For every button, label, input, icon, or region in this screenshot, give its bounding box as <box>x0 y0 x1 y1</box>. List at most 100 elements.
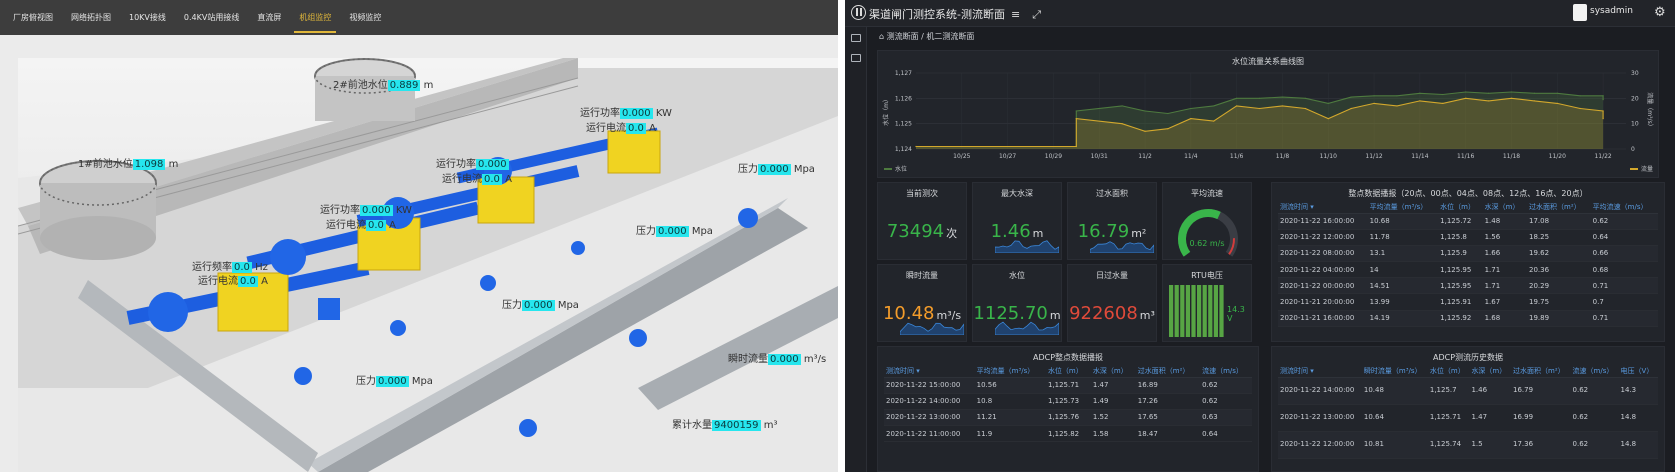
pump-station-scene <box>17 58 838 472</box>
series-point <box>1213 105 1215 107</box>
table2-header-0[interactable]: 测流时间 ▾ <box>884 365 975 378</box>
series-point <box>1487 100 1490 102</box>
table-cell: 1.48 <box>1482 213 1528 230</box>
table-cell: 18.25 <box>1527 229 1591 246</box>
card-7-title: RTU电压 <box>1191 271 1223 280</box>
table-cell: 13.1 <box>1367 245 1439 263</box>
expand-icon[interactable]: ⤢ <box>1032 8 1041 21</box>
series-point <box>1579 107 1581 110</box>
x-tick-label: 10/25 <box>953 153 970 160</box>
table-row: 2020-11-22 12:00:00 10.81 1,125.74 1.5 17.36… <box>1278 431 1658 459</box>
unit4-power-label: 运行功率 0.000 KW <box>580 104 672 119</box>
left-tab-1[interactable]: 网络拓扑图 <box>62 0 120 35</box>
pressure-2-value: 0.000 <box>656 226 689 237</box>
card-2-sparkline <box>1090 241 1154 253</box>
series-point <box>1556 102 1558 104</box>
pressure-2-prefix: 压力 <box>636 226 656 237</box>
unit1-current-label: 运行电流 0.0 A <box>198 272 268 287</box>
left-tab-2[interactable]: 10KV接线 <box>120 0 175 35</box>
unit3-current-value: 0.0 <box>482 174 502 185</box>
hamburger-icon[interactable]: ≡ <box>1011 8 1020 21</box>
unit2-current-value: 0.0 <box>366 220 386 231</box>
breadcrumb-home[interactable]: 测流断面 <box>887 32 919 41</box>
table3-header-2: 水位（m） <box>1427 365 1470 378</box>
series-point <box>1258 107 1261 110</box>
table3-header-0[interactable]: 测流时间 ▾ <box>1278 365 1362 378</box>
table-cell: 16.89 <box>1135 377 1201 394</box>
x-tick-label: 11/14 <box>1411 153 1428 160</box>
table-cell: 1.68 <box>1482 310 1528 327</box>
table-row: 2020-11-22 11:00:00 11.9 1,125.82 1.58 18.47… <box>884 425 1252 443</box>
table-cell: 1.67 <box>1482 293 1528 311</box>
gear-icon[interactable]: ⚙ <box>1654 5 1666 20</box>
table-cell: 2020-11-21 20:00:00 <box>1278 293 1368 311</box>
table-cell: 1,125.91 <box>1438 293 1483 311</box>
table-cell: 11.21 <box>974 409 1046 427</box>
table-cell: 1.46 <box>1469 377 1511 405</box>
user-name[interactable]: sysadmin <box>1590 6 1633 16</box>
pressure-1-prefix: 压力 <box>738 164 758 175</box>
voltage-bar <box>1208 285 1213 337</box>
series-point <box>1487 92 1490 94</box>
left-tab-5[interactable]: 机组监控 <box>290 0 340 35</box>
card-1-sparkline <box>995 240 1059 253</box>
x-tick-label: 11/8 <box>1276 153 1290 160</box>
unit1-current-prefix: 运行电流 <box>198 276 238 287</box>
card-7-unit: V <box>1227 314 1233 323</box>
series-point <box>1602 99 1604 101</box>
unit2-power-prefix: 运行功率 <box>320 205 360 216</box>
monitor-icon-2[interactable] <box>851 54 861 62</box>
series-point <box>1465 91 1467 93</box>
avatar[interactable] <box>1573 4 1587 21</box>
left-tab-4[interactable]: 直流屏 <box>248 0 290 35</box>
card-7-value-row: 14.3 V <box>1227 305 1251 323</box>
table-row: 2020-11-22 14:00:00 10.8 1,125.73 1.49 17.26… <box>884 393 1252 410</box>
side-nav <box>845 27 867 472</box>
voltage-bar <box>1197 285 1202 337</box>
table1-header-0[interactable]: 测流时间 ▾ <box>1278 201 1368 214</box>
left-tab-6[interactable]: 视频监控 <box>340 0 390 35</box>
table-cell: 16.99 <box>1511 404 1571 432</box>
card-measure-count: 当前测次 73494 次 <box>877 182 967 260</box>
unit4-current-value: 0.0 <box>626 123 646 134</box>
table-cell: 0.62 <box>1570 431 1619 459</box>
table3-header-6: 电压（V） <box>1618 365 1658 378</box>
table1-header-4: 过水面积（m²） <box>1527 201 1591 214</box>
table2-header-3: 水深（m） <box>1090 365 1136 378</box>
table-cell: 0.62 <box>1200 377 1252 394</box>
series-point <box>1281 105 1284 107</box>
table-cell: 10.48 <box>1361 377 1428 405</box>
table-cell: 14 <box>1367 261 1439 279</box>
flow-rate-label: 瞬时流量 0.000 m³/s <box>728 350 826 365</box>
voltage-bar-meter <box>1169 285 1224 337</box>
unit1-current-unit: A <box>261 276 268 287</box>
left-nav-bar: 厂房俯视图 网络拓扑图 10KV接线 0.4KV站用接线 直流屏 机组监控 视频… <box>0 0 838 35</box>
card-4-title: 瞬时流量 <box>906 271 938 280</box>
series-point <box>1442 93 1444 96</box>
flow-rate-value: 0.000 <box>768 354 801 365</box>
x-tick-label: 11/18 <box>1503 153 1520 160</box>
voltage-bar <box>1191 285 1196 337</box>
monitor-icon[interactable] <box>851 34 861 42</box>
table-cell: 20.29 <box>1527 277 1591 295</box>
table-cell: 10.64 <box>1361 404 1428 432</box>
gauge-fill <box>1178 209 1221 257</box>
card-3-value: 0.62 <box>1189 239 1208 248</box>
y2-tick-label: 20 <box>1631 95 1639 102</box>
unit4-current-prefix: 运行电流 <box>586 123 626 134</box>
table-cell: 1,125.71 <box>1045 377 1091 394</box>
total-volume-label: 累计水量 9400159 m³ <box>672 416 777 431</box>
card-0-value: 73494 <box>886 221 945 242</box>
table-row: 2020-11-22 14:00:00 10.48 1,125.7 1.46 16.79… <box>1278 377 1658 405</box>
table1-title: 整点数据播报（20点、00点、04点、08点、12点、16点、20点） <box>1348 189 1588 198</box>
table2-header-5: 流速（m/s） <box>1200 365 1252 378</box>
unit2-power-label: 运行功率 0.000 KW <box>320 201 412 216</box>
table1-header-5: 平均流速（m/s） <box>1590 201 1658 214</box>
left-tab-0[interactable]: 厂房俯视图 <box>4 0 62 35</box>
series-point <box>1556 92 1558 94</box>
flow-rate-prefix: 瞬时流量 <box>728 354 768 365</box>
home-icon[interactable]: ⌂ <box>879 32 884 41</box>
left-tab-3[interactable]: 0.4KV站用接线 <box>175 0 248 35</box>
card-flow: 瞬时流量 10.48 m³/s <box>877 264 967 342</box>
pressure-3-unit: Mpa <box>557 300 579 311</box>
